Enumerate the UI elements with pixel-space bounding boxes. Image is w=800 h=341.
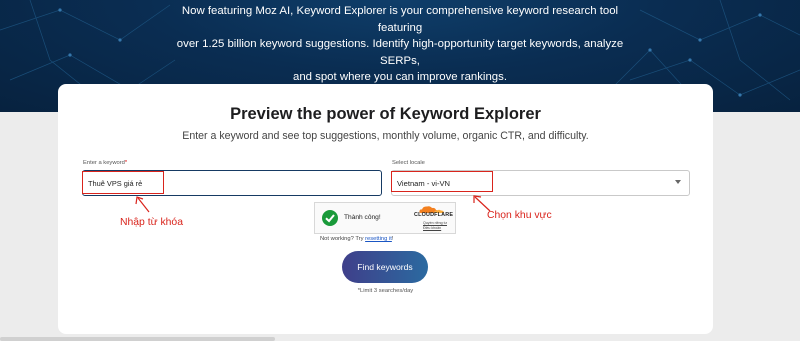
- success-check-icon: [322, 210, 338, 226]
- locale-annotation-text: Chọn khu vực: [487, 210, 552, 221]
- search-limit-note: *Limit 3 searches/day: [357, 288, 414, 294]
- horizontal-scrollbar[interactable]: [0, 337, 275, 341]
- captcha-status: Thành công!: [344, 214, 381, 221]
- captcha-help-text: Not working? Try: [320, 236, 364, 242]
- keyword-annotation-text: Nhập từ khóa: [120, 217, 183, 228]
- cloudflare-logo-text: CLOUDFLARE: [414, 212, 454, 218]
- cloudflare-captcha[interactable]: Thành công! CLOUDFLARE Quyền riêng tư Đi…: [314, 202, 456, 234]
- hero-line-1: Now featuring Moz AI, Keyword Explorer i…: [181, 5, 619, 34]
- keyword-explorer-card: Preview the power of Keyword Explorer En…: [58, 84, 713, 334]
- captcha-help-suffix: !: [391, 236, 394, 242]
- privacy-link[interactable]: Quyền riêng tư: [423, 221, 447, 225]
- captcha-help: Not working? Try resetting it!: [320, 236, 394, 242]
- terms-link[interactable]: Điều khoản: [423, 226, 441, 230]
- hero-description: Now featuring Moz AI, Keyword Explorer i…: [160, 3, 640, 86]
- hero-line-2: over 1.25 billion keyword suggestions. I…: [176, 38, 624, 67]
- reset-captcha-link[interactable]: resetting it: [365, 236, 392, 242]
- find-keywords-button[interactable]: Find keywords: [342, 251, 428, 283]
